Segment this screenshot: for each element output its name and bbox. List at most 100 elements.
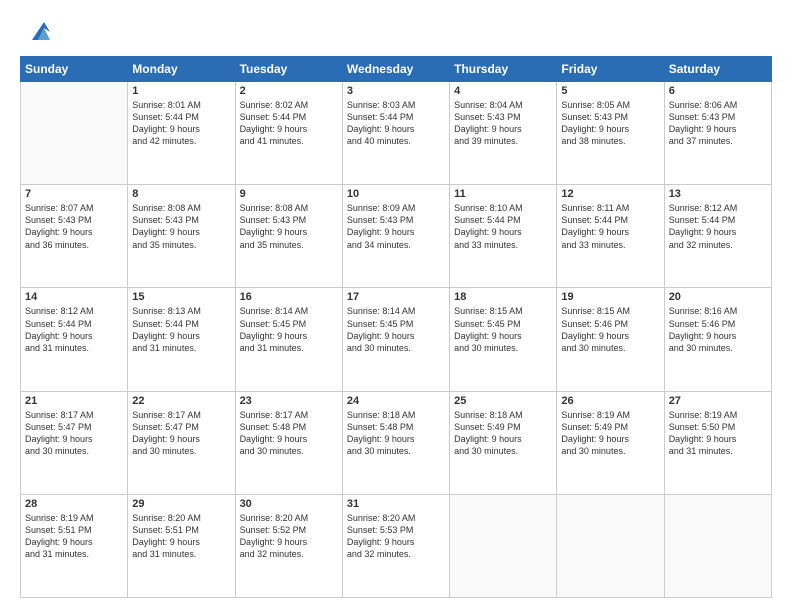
day-number: 6 — [669, 85, 767, 97]
day-info: Sunrise: 8:17 AMSunset: 5:47 PMDaylight:… — [132, 409, 230, 458]
calendar-week-row: 28 Sunrise: 8:19 AMSunset: 5:51 PMDayligh… — [21, 494, 772, 597]
calendar-cell: 18 Sunrise: 8:15 AMSunset: 5:45 PMDayligh… — [450, 288, 557, 391]
day-number: 13 — [669, 188, 767, 200]
day-info: Sunrise: 8:11 AMSunset: 5:44 PMDaylight:… — [561, 202, 659, 251]
col-header-tuesday: Tuesday — [235, 57, 342, 82]
calendar-cell — [450, 494, 557, 597]
calendar-cell: 16Sunrise: 8:14 AMSunset: 5:45 PMDayligh… — [235, 288, 342, 391]
calendar-cell: 11 Sunrise: 8:10 AMSunset: 5:44 PMDayligh… — [450, 185, 557, 288]
day-number: 28 — [25, 498, 123, 510]
col-header-monday: Monday — [128, 57, 235, 82]
calendar-cell: 1 Sunrise: 8:01 AMSunset: 5:44 PMDaylight… — [128, 82, 235, 185]
calendar-cell: 8 Sunrise: 8:08 AMSunset: 5:43 PMDaylight… — [128, 185, 235, 288]
day-info: Sunrise: 8:19 AMSunset: 5:51 PMDaylight:… — [25, 512, 123, 561]
calendar-cell: 14 Sunrise: 8:12 AMSunset: 5:44 PMDayligh… — [21, 288, 128, 391]
day-info: Sunrise: 8:17 AMSunset: 5:48 PMDaylight:… — [240, 409, 338, 458]
calendar-cell: 26Sunrise: 8:19 AMSunset: 5:49 PMDayligh… — [557, 391, 664, 494]
day-number: 31 — [347, 498, 445, 510]
day-info: Sunrise: 8:15 AMSunset: 5:45 PMDaylight:… — [454, 305, 552, 354]
calendar-cell: 17Sunrise: 8:14 AMSunset: 5:45 PMDayligh… — [342, 288, 449, 391]
logo-icon — [24, 18, 52, 46]
day-number: 25 — [454, 395, 552, 407]
day-number: 29 — [132, 498, 230, 510]
day-number: 27 — [669, 395, 767, 407]
calendar-cell: 2 Sunrise: 8:02 AMSunset: 5:44 PMDaylight… — [235, 82, 342, 185]
day-number: 4 — [454, 85, 552, 97]
day-info: Sunrise: 8:18 AMSunset: 5:49 PMDaylight:… — [454, 409, 552, 458]
calendar-table: SundayMondayTuesdayWednesdayThursdayFrid… — [20, 56, 772, 598]
calendar-cell: 28 Sunrise: 8:19 AMSunset: 5:51 PMDayligh… — [21, 494, 128, 597]
calendar-cell: 3 Sunrise: 8:03 AMSunset: 5:44 PMDaylight… — [342, 82, 449, 185]
day-info: Sunrise: 8:08 AMSunset: 5:43 PMDaylight:… — [132, 202, 230, 251]
day-number: 11 — [454, 188, 552, 200]
day-info: Sunrise: 8:02 AMSunset: 5:44 PMDaylight:… — [240, 99, 338, 148]
day-number: 23 — [240, 395, 338, 407]
day-info: Sunrise: 8:13 AMSunset: 5:44 PMDaylight:… — [132, 305, 230, 354]
day-number: 30 — [240, 498, 338, 510]
calendar-cell: 24 Sunrise: 8:18 AMSunset: 5:48 PMDayligh… — [342, 391, 449, 494]
col-header-wednesday: Wednesday — [342, 57, 449, 82]
calendar-cell: 13 Sunrise: 8:12 AMSunset: 5:44 PMDayligh… — [664, 185, 771, 288]
day-info: Sunrise: 8:17 AMSunset: 5:47 PMDaylight:… — [25, 409, 123, 458]
calendar-cell: 12 Sunrise: 8:11 AMSunset: 5:44 PMDayligh… — [557, 185, 664, 288]
day-info: Sunrise: 8:12 AMSunset: 5:44 PMDaylight:… — [25, 305, 123, 354]
calendar-cell: 29 Sunrise: 8:20 AMSunset: 5:51 PMDayligh… — [128, 494, 235, 597]
day-number: 15 — [132, 291, 230, 303]
day-number: 14 — [25, 291, 123, 303]
day-number: 18 — [454, 291, 552, 303]
day-info: Sunrise: 8:08 AMSunset: 5:43 PMDaylight:… — [240, 202, 338, 251]
calendar-cell: 7Sunrise: 8:07 AMSunset: 5:43 PMDaylight… — [21, 185, 128, 288]
calendar-cell — [557, 494, 664, 597]
day-info: Sunrise: 8:18 AMSunset: 5:48 PMDaylight:… — [347, 409, 445, 458]
day-number: 8 — [132, 188, 230, 200]
col-header-friday: Friday — [557, 57, 664, 82]
day-info: Sunrise: 8:16 AMSunset: 5:46 PMDaylight:… — [669, 305, 767, 354]
calendar-cell — [664, 494, 771, 597]
calendar-cell: 10 Sunrise: 8:09 AMSunset: 5:43 PMDayligh… — [342, 185, 449, 288]
day-info: Sunrise: 8:20 AMSunset: 5:51 PMDaylight:… — [132, 512, 230, 561]
calendar-cell: 21Sunrise: 8:17 AMSunset: 5:47 PMDayligh… — [21, 391, 128, 494]
day-info: Sunrise: 8:06 AMSunset: 5:43 PMDaylight:… — [669, 99, 767, 148]
day-number: 16 — [240, 291, 338, 303]
day-info: Sunrise: 8:05 AMSunset: 5:43 PMDaylight:… — [561, 99, 659, 148]
logo — [20, 18, 52, 46]
calendar-cell: 22 Sunrise: 8:17 AMSunset: 5:47 PMDayligh… — [128, 391, 235, 494]
day-info: Sunrise: 8:01 AMSunset: 5:44 PMDaylight:… — [132, 99, 230, 148]
calendar-cell: 30Sunrise: 8:20 AMSunset: 5:52 PMDayligh… — [235, 494, 342, 597]
day-info: Sunrise: 8:20 AMSunset: 5:53 PMDaylight:… — [347, 512, 445, 561]
header — [20, 18, 772, 46]
page: SundayMondayTuesdayWednesdayThursdayFrid… — [0, 0, 792, 612]
day-info: Sunrise: 8:10 AMSunset: 5:44 PMDaylight:… — [454, 202, 552, 251]
day-info: Sunrise: 8:09 AMSunset: 5:43 PMDaylight:… — [347, 202, 445, 251]
day-number: 17 — [347, 291, 445, 303]
day-number: 1 — [132, 85, 230, 97]
day-info: Sunrise: 8:07 AMSunset: 5:43 PMDaylight:… — [25, 202, 123, 251]
day-number: 24 — [347, 395, 445, 407]
calendar-week-row: 21Sunrise: 8:17 AMSunset: 5:47 PMDayligh… — [21, 391, 772, 494]
day-number: 3 — [347, 85, 445, 97]
day-info: Sunrise: 8:12 AMSunset: 5:44 PMDaylight:… — [669, 202, 767, 251]
day-info: Sunrise: 8:03 AMSunset: 5:44 PMDaylight:… — [347, 99, 445, 148]
col-header-saturday: Saturday — [664, 57, 771, 82]
day-number: 9 — [240, 188, 338, 200]
calendar-cell: 27Sunrise: 8:19 AMSunset: 5:50 PMDayligh… — [664, 391, 771, 494]
calendar-cell — [21, 82, 128, 185]
day-number: 2 — [240, 85, 338, 97]
calendar-cell: 31 Sunrise: 8:20 AMSunset: 5:53 PMDayligh… — [342, 494, 449, 597]
day-number: 20 — [669, 291, 767, 303]
calendar-cell: 19Sunrise: 8:15 AMSunset: 5:46 PMDayligh… — [557, 288, 664, 391]
calendar-cell: 9 Sunrise: 8:08 AMSunset: 5:43 PMDaylight… — [235, 185, 342, 288]
calendar-header-row: SundayMondayTuesdayWednesdayThursdayFrid… — [21, 57, 772, 82]
day-number: 12 — [561, 188, 659, 200]
day-number: 22 — [132, 395, 230, 407]
day-number: 5 — [561, 85, 659, 97]
calendar-week-row: 14 Sunrise: 8:12 AMSunset: 5:44 PMDayligh… — [21, 288, 772, 391]
calendar-cell: 5 Sunrise: 8:05 AMSunset: 5:43 PMDaylight… — [557, 82, 664, 185]
calendar-cell: 4Sunrise: 8:04 AMSunset: 5:43 PMDaylight… — [450, 82, 557, 185]
calendar-cell: 6 Sunrise: 8:06 AMSunset: 5:43 PMDaylight… — [664, 82, 771, 185]
calendar-cell: 23 Sunrise: 8:17 AMSunset: 5:48 PMDayligh… — [235, 391, 342, 494]
calendar-cell: 20 Sunrise: 8:16 AMSunset: 5:46 PMDayligh… — [664, 288, 771, 391]
calendar-week-row: 7Sunrise: 8:07 AMSunset: 5:43 PMDaylight… — [21, 185, 772, 288]
day-number: 10 — [347, 188, 445, 200]
calendar-cell: 25 Sunrise: 8:18 AMSunset: 5:49 PMDayligh… — [450, 391, 557, 494]
